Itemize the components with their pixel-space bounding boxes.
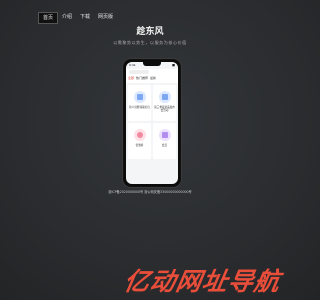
card-item[interactable]: 会员: [153, 123, 176, 159]
battery-icon: ■: [172, 63, 175, 67]
member-icon: [159, 129, 171, 141]
card-item[interactable]: 新人注册领取红包: [128, 85, 151, 121]
card-grid: 新人注册领取红包 第三季度新品发布会活动 优惠券 会员: [128, 85, 176, 180]
nav-web[interactable]: 网页版: [94, 12, 117, 24]
page-tagline: 以需聚势以势生，以服务为核心价值: [113, 40, 187, 45]
card-caption: 新人注册领取红包: [129, 106, 150, 109]
tab-latest[interactable]: 最新: [150, 76, 156, 80]
phone-screen: 9:41 ■ 全部 热门推荐 最新 新人注册领取红包 第三季度新品发布会活动 优…: [126, 62, 178, 184]
watermark-logo: 亿动网址导航: [121, 267, 283, 296]
app-bar: 全部 热门推荐 最新: [126, 69, 178, 83]
card-item[interactable]: 优惠券: [128, 123, 151, 159]
tab-all[interactable]: 全部: [128, 76, 134, 80]
top-nav: 首页 介绍 下载 网页版: [38, 12, 117, 24]
card-caption: 第三季度新品发布会活动: [154, 106, 175, 113]
card-item[interactable]: 第三季度新品发布会活动: [153, 85, 176, 121]
card-caption: 优惠券: [135, 144, 144, 147]
coupon-icon: [134, 129, 146, 141]
calendar-icon: [159, 91, 171, 103]
phone-notch: [143, 62, 161, 66]
nav-download[interactable]: 下载: [76, 12, 94, 24]
card-caption: 会员: [161, 144, 168, 147]
search-bar[interactable]: [129, 70, 149, 74]
gift-icon: [134, 91, 146, 103]
phone-mockup: 9:41 ■ 全部 热门推荐 最新 新人注册领取红包 第三季度新品发布会活动 优…: [122, 58, 182, 188]
status-time: 9:41: [129, 63, 136, 67]
page-title: 趁东风: [136, 27, 164, 37]
footer-icp[interactable]: 浙ICP备2020000000号 浙公网安备33000000000000号: [0, 189, 300, 194]
tab-hot[interactable]: 热门推荐: [136, 76, 148, 80]
nav-intro[interactable]: 介绍: [58, 12, 76, 24]
app-tabs: 全部 热门推荐 最新: [128, 76, 156, 80]
nav-home[interactable]: 首页: [38, 12, 59, 24]
